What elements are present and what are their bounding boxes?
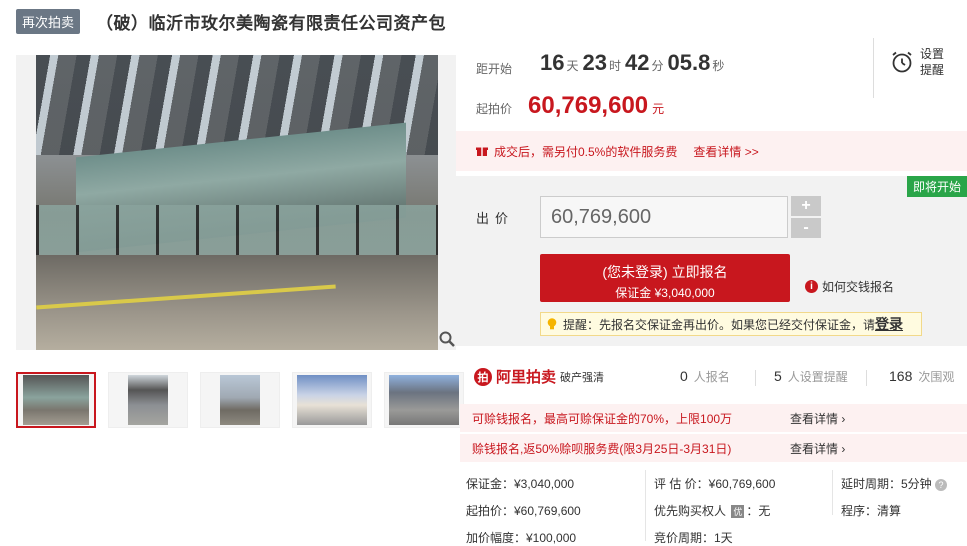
detail-increment: 加价幅度：¥100,000 bbox=[466, 531, 577, 545]
thumbnail-3[interactable] bbox=[200, 372, 280, 428]
promo-details-link[interactable]: 查看详情 › bbox=[790, 410, 845, 427]
start-price-unit: 元 bbox=[652, 102, 665, 116]
reminder-label[interactable]: 设置 提醒 bbox=[920, 46, 944, 78]
bid-amount-input[interactable]: 60,769,600 bbox=[540, 196, 788, 238]
countdown-timer: 16 天 23 时 42 分 05.8 秒 bbox=[540, 50, 725, 75]
deposit-amount-label: 保证金 ¥3,040,000 bbox=[615, 286, 715, 300]
how-to-pay-link[interactable]: i 如何交钱报名 bbox=[805, 278, 894, 295]
thumbnail-strip bbox=[16, 372, 464, 428]
auction-header: 再次拍卖 （破）临沂市玫尔美陶瓷有限责任公司资产包 bbox=[16, 8, 446, 34]
detail-procedure: 程序：清算 bbox=[841, 504, 902, 518]
stat-registrations: 0 人报名 bbox=[680, 368, 730, 384]
brand-tag: 破产强清 bbox=[560, 371, 605, 384]
alarm-clock-icon bbox=[892, 51, 912, 73]
countdown-minutes: 42 bbox=[625, 50, 650, 75]
register-bid-button[interactable]: (您未登录) 立即报名 保证金 ¥3,040,000 bbox=[540, 254, 790, 302]
decrease-bid-button[interactable]: - bbox=[791, 218, 821, 238]
start-price-label: 起拍价 bbox=[476, 102, 513, 116]
gift-icon bbox=[476, 147, 488, 156]
page-title: （破）临沂市玫尔美陶瓷有限责任公司资产包 bbox=[96, 13, 447, 33]
start-price-value: 60,769,600 bbox=[528, 92, 649, 119]
thumbnail-5[interactable] bbox=[384, 372, 464, 428]
detail-deposit: 保证金：¥3,040,000 bbox=[466, 477, 575, 491]
fee-notice: 成交后，需另付0.5%的软件服务费 查看详情 >> bbox=[456, 131, 967, 171]
main-photo[interactable] bbox=[36, 55, 438, 350]
promo-text: 可赊钱报名，最高可赊保证金的70%，上限100万 bbox=[472, 411, 733, 426]
register-button-label: (您未登录) 立即报名 bbox=[602, 264, 728, 280]
bid-panel: 即将开始 出价 60,769,600 + - (您未登录) 立即报名 保证金 ¥… bbox=[456, 176, 967, 346]
countdown-hours: 23 bbox=[582, 50, 607, 75]
bid-label: 出价 bbox=[476, 211, 515, 226]
countdown-seconds: 05.8 bbox=[667, 50, 711, 75]
thumbnail-4[interactable] bbox=[292, 372, 372, 428]
priority-badge: 优 bbox=[731, 505, 745, 518]
lightbulb-icon bbox=[547, 318, 557, 330]
promo-deposit-loan: 可赊钱报名，最高可赊保证金的70%，上限100万 查看详情 › bbox=[460, 404, 967, 432]
thumbnail-2[interactable] bbox=[108, 372, 188, 428]
promo-details-link[interactable]: 查看详情 › bbox=[790, 440, 845, 457]
brand-name: 阿里拍卖 bbox=[496, 369, 557, 386]
help-icon[interactable]: ? bbox=[935, 478, 948, 491]
ali-auction-logo: 拍 bbox=[474, 367, 492, 386]
zoom-icon[interactable] bbox=[438, 330, 456, 348]
countdown-days: 16 bbox=[540, 50, 565, 75]
login-tip: 提醒：先报名交保证金再出价。如果您已经交付保证金，请 登录 bbox=[540, 312, 922, 336]
detail-start-price: 起拍价：¥60,769,600 bbox=[466, 504, 581, 518]
login-tip-text: 提醒：先报名交保证金再出价。如果您已经交付保证金，请 bbox=[563, 317, 876, 332]
countdown-label: 距开始 bbox=[476, 62, 513, 76]
start-price-row: 起拍价 60,769,600 元 bbox=[476, 92, 664, 120]
stat-reminders: 5 人设置提醒 bbox=[774, 368, 848, 384]
promo-cashback: 赊钱报名,返50%赊呗服务费(限3月25日-3月31日) 查看详情 › bbox=[460, 434, 967, 462]
bid-stepper: + - bbox=[791, 196, 821, 240]
detail-appraisal: 评 估 价：¥60,769,600 bbox=[654, 477, 776, 491]
login-link[interactable]: 登录 bbox=[875, 314, 903, 334]
reauction-badge: 再次拍卖 bbox=[16, 8, 81, 34]
detail-bid-period: 竞价周期：1天 bbox=[654, 531, 733, 545]
detail-delay-period: 延时周期：5分钟 ? bbox=[841, 475, 948, 492]
fee-details-link[interactable]: 查看详情 >> bbox=[693, 143, 758, 160]
starting-soon-badge: 即将开始 bbox=[906, 176, 967, 197]
ali-auction-brand: 拍 阿里拍卖 破产强清 bbox=[474, 366, 604, 387]
main-image-viewer[interactable] bbox=[16, 55, 456, 350]
stat-views: 168 次围观 bbox=[889, 368, 955, 384]
thumbnail-1[interactable] bbox=[16, 372, 96, 428]
fee-notice-text: 成交后，需另付0.5%的软件服务费 bbox=[494, 144, 678, 159]
promo-text: 赊钱报名,返50%赊呗服务费(限3月25日-3月31日) bbox=[472, 441, 732, 456]
detail-priority-buyer: 优先购买权人 优：无 bbox=[654, 504, 771, 518]
info-icon: i bbox=[805, 280, 818, 293]
increase-bid-button[interactable]: + bbox=[791, 196, 821, 216]
